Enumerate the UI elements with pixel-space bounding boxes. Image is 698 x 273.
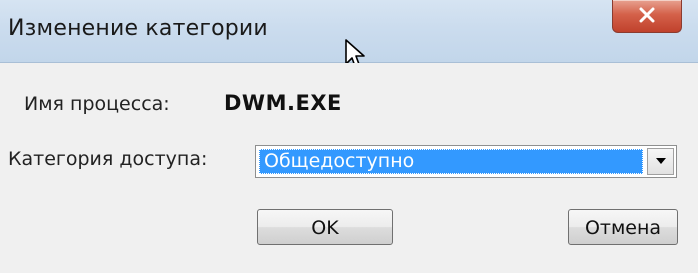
- title-bar[interactable]: Изменение категории: [0, 0, 698, 70]
- cancel-button[interactable]: Отмена: [568, 209, 678, 245]
- process-name-label: Имя процесса:: [24, 93, 170, 115]
- change-category-dialog: Изменение категории Имя процесса: DWM.EX…: [0, 0, 698, 273]
- access-category-select[interactable]: Общедоступно: [255, 145, 677, 178]
- ok-button[interactable]: OK: [257, 209, 393, 245]
- close-icon: [639, 7, 655, 23]
- access-category-selected-value[interactable]: Общедоступно: [259, 149, 643, 174]
- process-name-value: DWM.EXE: [224, 91, 342, 115]
- window-title: Изменение категории: [8, 16, 268, 41]
- dropdown-button[interactable]: [647, 148, 674, 175]
- close-button[interactable]: [612, 0, 682, 33]
- chevron-down-icon: [656, 158, 666, 164]
- access-category-label: Категория доступа:: [8, 148, 208, 170]
- dialog-body: Имя процесса: DWM.EXE Категория доступа:…: [8, 63, 690, 273]
